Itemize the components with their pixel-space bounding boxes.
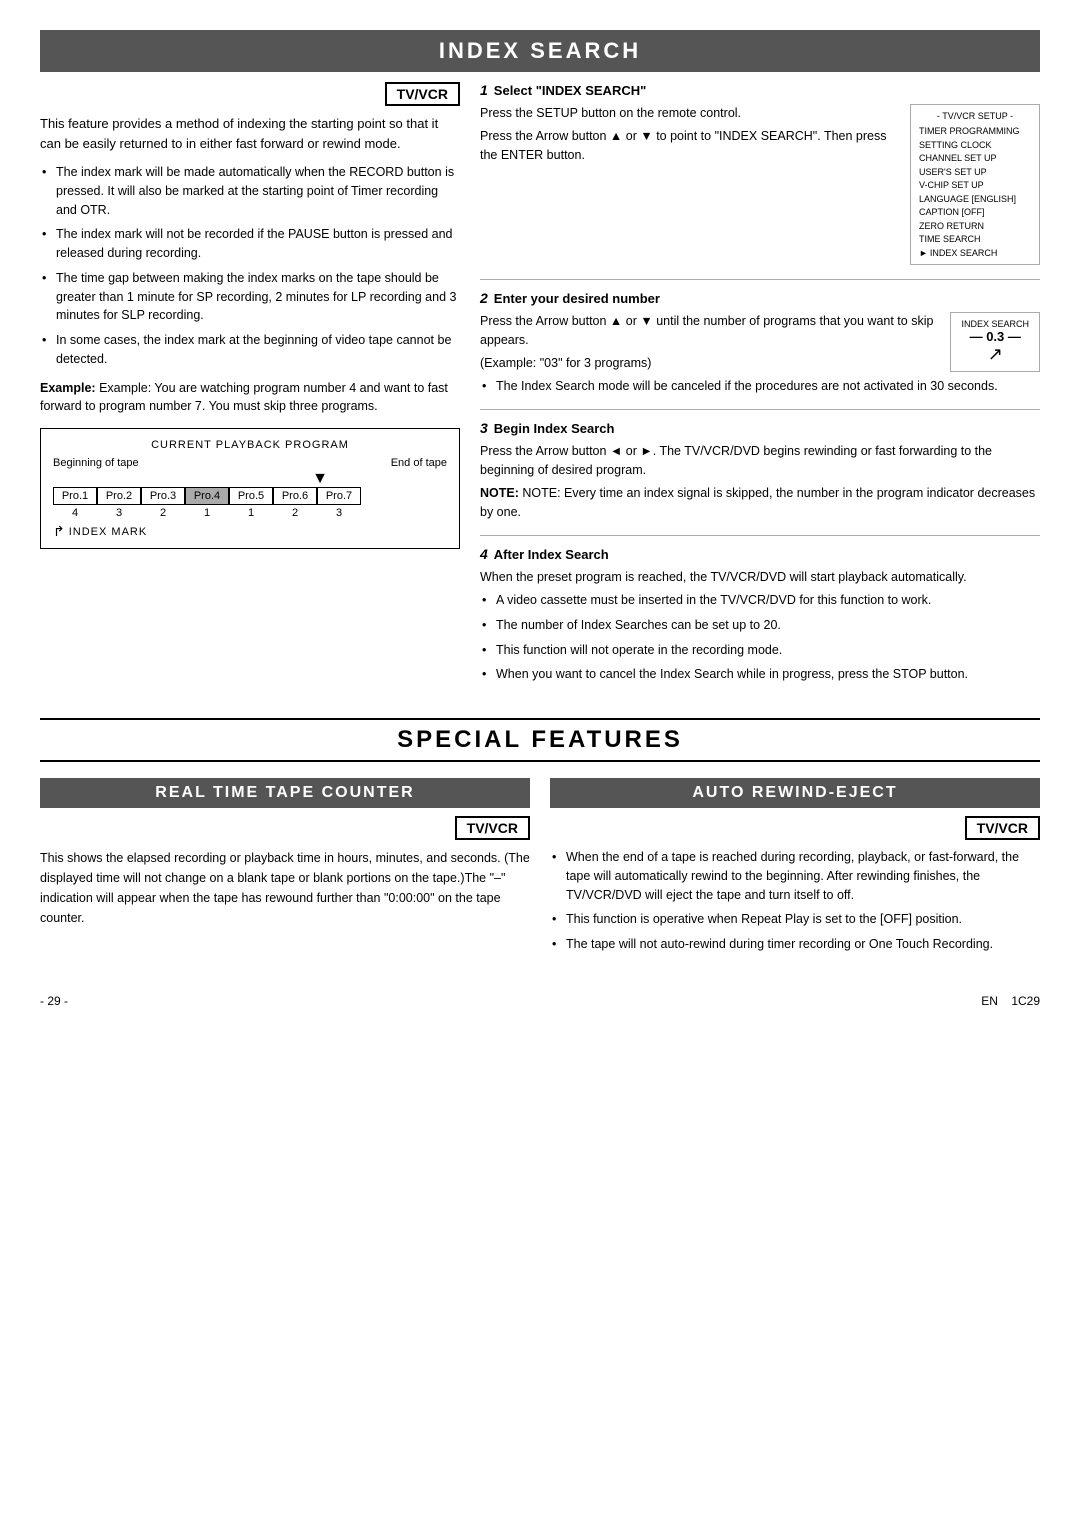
menu-item: SETTING CLOCK [919, 139, 1031, 153]
step-4-body: When the preset program is reached, the … [480, 568, 1040, 587]
menu-item: ZERO RETURN [919, 220, 1031, 234]
menu-mockup: - TV/VCR SETUP - TIMER PROGRAMMING SETTI… [910, 104, 1040, 265]
step-1-header: 1 Select "INDEX SEARCH" [480, 82, 1040, 98]
auto-rewind-eject-body: When the end of a tape is reached during… [550, 848, 1040, 954]
index-display-arrow: ↗ [961, 344, 1029, 365]
step-4-bullet: A video cassette must be inserted in the… [480, 591, 1040, 610]
menu-selected-arrow-icon: ► [919, 247, 928, 261]
menu-item: LANGUAGE [ENGLISH] [919, 193, 1031, 207]
index-search-display: INDEX SEARCH — 0.3 — ↗ [950, 312, 1040, 372]
pro-cell-2: Pro.2 [97, 487, 141, 505]
pro-cell-3: Pro.3 [141, 487, 185, 505]
step-4-title: After Index Search [494, 547, 609, 562]
pro-cell-1: Pro.1 [53, 487, 97, 505]
pro-cell-7: Pro.7 [317, 487, 361, 505]
bullet-item: The index mark will not be recorded if t… [40, 225, 460, 263]
diagram-title: CURRENT PLAYBACK PROGRAM [53, 439, 447, 451]
footer-page-number: - 29 - [40, 994, 68, 1008]
step-4-header: 4 After Index Search [480, 546, 1040, 562]
index-search-header: INDEX SEARCH [40, 30, 1040, 72]
bullet-item: In some cases, the index mark at the beg… [40, 331, 460, 369]
auto-rewind-eject-header: AUTO REWIND-EJECT [550, 778, 1040, 808]
footer-language: EN [981, 994, 998, 1008]
menu-item: CHANNEL SET UP [919, 152, 1031, 166]
num-cell-3: 2 [141, 507, 185, 519]
step-3-section: 3 Begin Index Search Press the Arrow but… [480, 420, 1040, 521]
real-time-tape-counter-col: REAL TIME TAPE COUNTER TV/VCR This shows… [40, 778, 530, 964]
menu-item-selected: ► INDEX SEARCH [919, 247, 1031, 261]
menu-item: TIMER PROGRAMMING [919, 125, 1031, 139]
index-mark-arrow-icon: ↱ [53, 523, 65, 540]
example-text: Example: Example: You are watching progr… [40, 379, 460, 417]
num-cell-1: 4 [53, 507, 97, 519]
num-cell-2: 3 [97, 507, 141, 519]
auto-rewind-bullet: When the end of a tape is reached during… [550, 848, 1040, 904]
bullet-list-main: The index mark will be made automaticall… [40, 163, 460, 369]
step-4-bullet: When you want to cancel the Index Search… [480, 665, 1040, 684]
auto-rewind-bullet: The tape will not auto-rewind during tim… [550, 935, 1040, 954]
step-2-section: 2 Enter your desired number INDEX SEARCH… [480, 290, 1040, 395]
auto-rewind-eject-col: AUTO REWIND-EJECT TV/VCR When the end of… [550, 778, 1040, 964]
diagram-box: CURRENT PLAYBACK PROGRAM Beginning of ta… [40, 428, 460, 549]
step-divider-3 [480, 535, 1040, 536]
step-4-section: 4 After Index Search When the preset pro… [480, 546, 1040, 684]
menu-item: CAPTION [OFF] [919, 206, 1031, 220]
step-2-bullet: The Index Search mode will be canceled i… [480, 377, 1040, 396]
pro-cell-6: Pro.6 [273, 487, 317, 505]
menu-item: USER'S SET UP [919, 166, 1031, 180]
bullet-item: The time gap between making the index ma… [40, 269, 460, 325]
tv-vcr-badge-index: TV/VCR [385, 82, 460, 106]
tv-vcr-badge-real-time: TV/VCR [455, 816, 530, 840]
number-row: 4 3 2 1 1 2 3 [53, 507, 447, 519]
step-2-title: Enter your desired number [494, 291, 660, 306]
pro-cell-5: Pro.5 [229, 487, 273, 505]
special-features-header: SPECIAL FEATURES [40, 718, 1040, 762]
pro-cell-4-highlighted: Pro.4 [185, 487, 229, 505]
step-3-title: Begin Index Search [494, 421, 615, 436]
program-row: Pro.1 Pro.2 Pro.3 Pro.4 Pro.5 Pro.6 Pro.… [53, 487, 447, 505]
menu-item: V-CHIP SET UP [919, 179, 1031, 193]
footer: - 29 - EN 1C29 [40, 994, 1040, 1008]
special-features-columns: REAL TIME TAPE COUNTER TV/VCR This shows… [40, 778, 1040, 964]
index-display-label: INDEX SEARCH [961, 319, 1029, 329]
step-1-number: 1 [480, 82, 488, 98]
step-1-title: Select "INDEX SEARCH" [494, 83, 646, 98]
num-cell-6: 2 [273, 507, 317, 519]
step-divider-2 [480, 409, 1040, 410]
num-cell-5: 1 [229, 507, 273, 519]
index-mark-label: INDEX MARK [69, 526, 147, 538]
step-divider-1 [480, 279, 1040, 280]
step-4-number: 4 [480, 546, 488, 562]
real-time-tape-counter-header: REAL TIME TAPE COUNTER [40, 778, 530, 808]
bullet-item: The index mark will be made automaticall… [40, 163, 460, 219]
footer-language-code: EN 1C29 [981, 994, 1040, 1008]
index-mark-row: ↱ INDEX MARK [53, 523, 447, 540]
num-cell-7: 3 [317, 507, 361, 519]
intro-text: This feature provides a method of indexi… [40, 114, 460, 153]
num-cell-4: 1 [185, 507, 229, 519]
step-4-bullet: This function will not operate in the re… [480, 641, 1040, 660]
menu-title: - TV/VCR SETUP - [919, 109, 1031, 123]
step-4-bullet: The number of Index Searches can be set … [480, 616, 1040, 635]
auto-rewind-bullet: This function is operative when Repeat P… [550, 910, 1040, 929]
step-1-section: 1 Select "INDEX SEARCH" - TV/VCR SETUP -… [480, 82, 1040, 265]
footer-code: 1C29 [1011, 994, 1040, 1008]
index-display-value: — 0.3 — [961, 329, 1029, 344]
step-2-number: 2 [480, 290, 488, 306]
step-3-number: 3 [480, 420, 488, 436]
tv-vcr-badge-auto-rewind: TV/VCR [965, 816, 1040, 840]
end-label: End of tape [391, 457, 447, 469]
step-2-bullets: The Index Search mode will be canceled i… [480, 377, 1040, 396]
menu-item: TIME SEARCH [919, 233, 1031, 247]
beginning-label: Beginning of tape [53, 457, 139, 469]
step-2-header: 2 Enter your desired number [480, 290, 1040, 306]
step-3-body: Press the Arrow button ◄ or ►. The TV/VC… [480, 442, 1040, 521]
real-time-tape-counter-body: This shows the elapsed recording or play… [40, 848, 530, 928]
step-3-header: 3 Begin Index Search [480, 420, 1040, 436]
current-position-arrow: ▼ [193, 471, 447, 487]
step-4-bullets: A video cassette must be inserted in the… [480, 591, 1040, 684]
